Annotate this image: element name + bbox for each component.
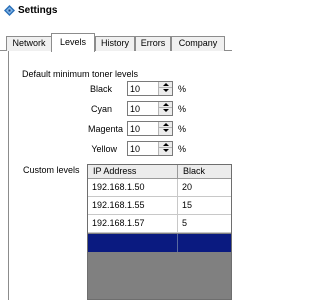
column-header-black[interactable]: Black — [178, 165, 231, 179]
tab-label: Errors — [140, 38, 166, 48]
custom-levels-label: Custom levels — [23, 165, 80, 175]
black-level-spinner[interactable]: 10 — [127, 81, 173, 96]
spin-down-icon[interactable] — [159, 148, 172, 154]
custom-levels-grid[interactable]: IP Address Black 192.168.1.50 20 192.168… — [87, 164, 232, 300]
tab-bar: Network Levels History Errors Company — [0, 33, 232, 52]
percent-label: % — [178, 144, 187, 154]
percent-label: % — [178, 104, 187, 114]
tab-network[interactable]: Network — [6, 36, 52, 51]
window-title: Settings — [18, 5, 58, 16]
new-row-selected[interactable] — [88, 234, 231, 252]
toner-label-yellow: Yellow — [91, 144, 117, 154]
column-header-ip-address[interactable]: IP Address — [88, 165, 178, 179]
settings-icon — [4, 5, 15, 16]
black-level-cell[interactable]: 15 — [178, 197, 231, 215]
cyan-level-spinner[interactable]: 10 — [127, 101, 173, 116]
spinner-value: 10 — [130, 104, 141, 114]
percent-label: % — [178, 84, 187, 94]
spinner-buttons — [158, 82, 172, 95]
spin-down-icon[interactable] — [159, 88, 172, 94]
toner-section-label: Default minimum toner levels — [22, 69, 139, 79]
settings-window: Settings Network Levels History Errors C… — [0, 0, 232, 300]
magenta-level-spinner[interactable]: 10 — [127, 121, 173, 136]
spinner-value: 10 — [130, 84, 141, 94]
spin-down-icon[interactable] — [159, 128, 172, 134]
table-row[interactable]: 192.168.1.55 15 — [88, 197, 231, 215]
black-level-cell[interactable]: 20 — [178, 179, 231, 197]
spinner-buttons — [158, 122, 172, 135]
tab-label: Levels — [59, 37, 86, 47]
title-bar[interactable]: Settings — [0, 0, 232, 20]
black-level-cell[interactable]: 5 — [178, 215, 231, 233]
spin-down-icon[interactable] — [159, 108, 172, 114]
tab-levels[interactable]: Levels — [51, 33, 95, 52]
tab-history[interactable]: History — [95, 36, 135, 51]
toner-label-cyan: Cyan — [90, 104, 112, 114]
toner-label-magenta: Magenta — [87, 124, 123, 134]
tab-label: History — [100, 38, 129, 48]
percent-label: % — [178, 124, 187, 134]
table-row[interactable]: 192.168.1.57 5 — [88, 215, 231, 233]
tab-label: Network — [12, 38, 46, 48]
tab-company[interactable]: Company — [171, 36, 225, 51]
grid-header: IP Address Black — [88, 165, 231, 179]
column-divider — [177, 234, 178, 252]
spinner-value: 10 — [130, 124, 141, 134]
tab-errors[interactable]: Errors — [135, 36, 171, 51]
ip-address-cell[interactable]: 192.168.1.55 — [88, 197, 178, 215]
ip-address-cell[interactable]: 192.168.1.57 — [88, 215, 178, 233]
tab-label: Company — [178, 38, 218, 48]
spinner-buttons — [158, 142, 172, 155]
toner-label-black: Black — [89, 84, 112, 94]
ip-address-cell[interactable]: 192.168.1.50 — [88, 179, 178, 197]
spinner-buttons — [158, 102, 172, 115]
spinner-value: 10 — [130, 144, 141, 154]
table-row[interactable]: 192.168.1.50 20 — [88, 179, 231, 197]
yellow-level-spinner[interactable]: 10 — [127, 141, 173, 156]
